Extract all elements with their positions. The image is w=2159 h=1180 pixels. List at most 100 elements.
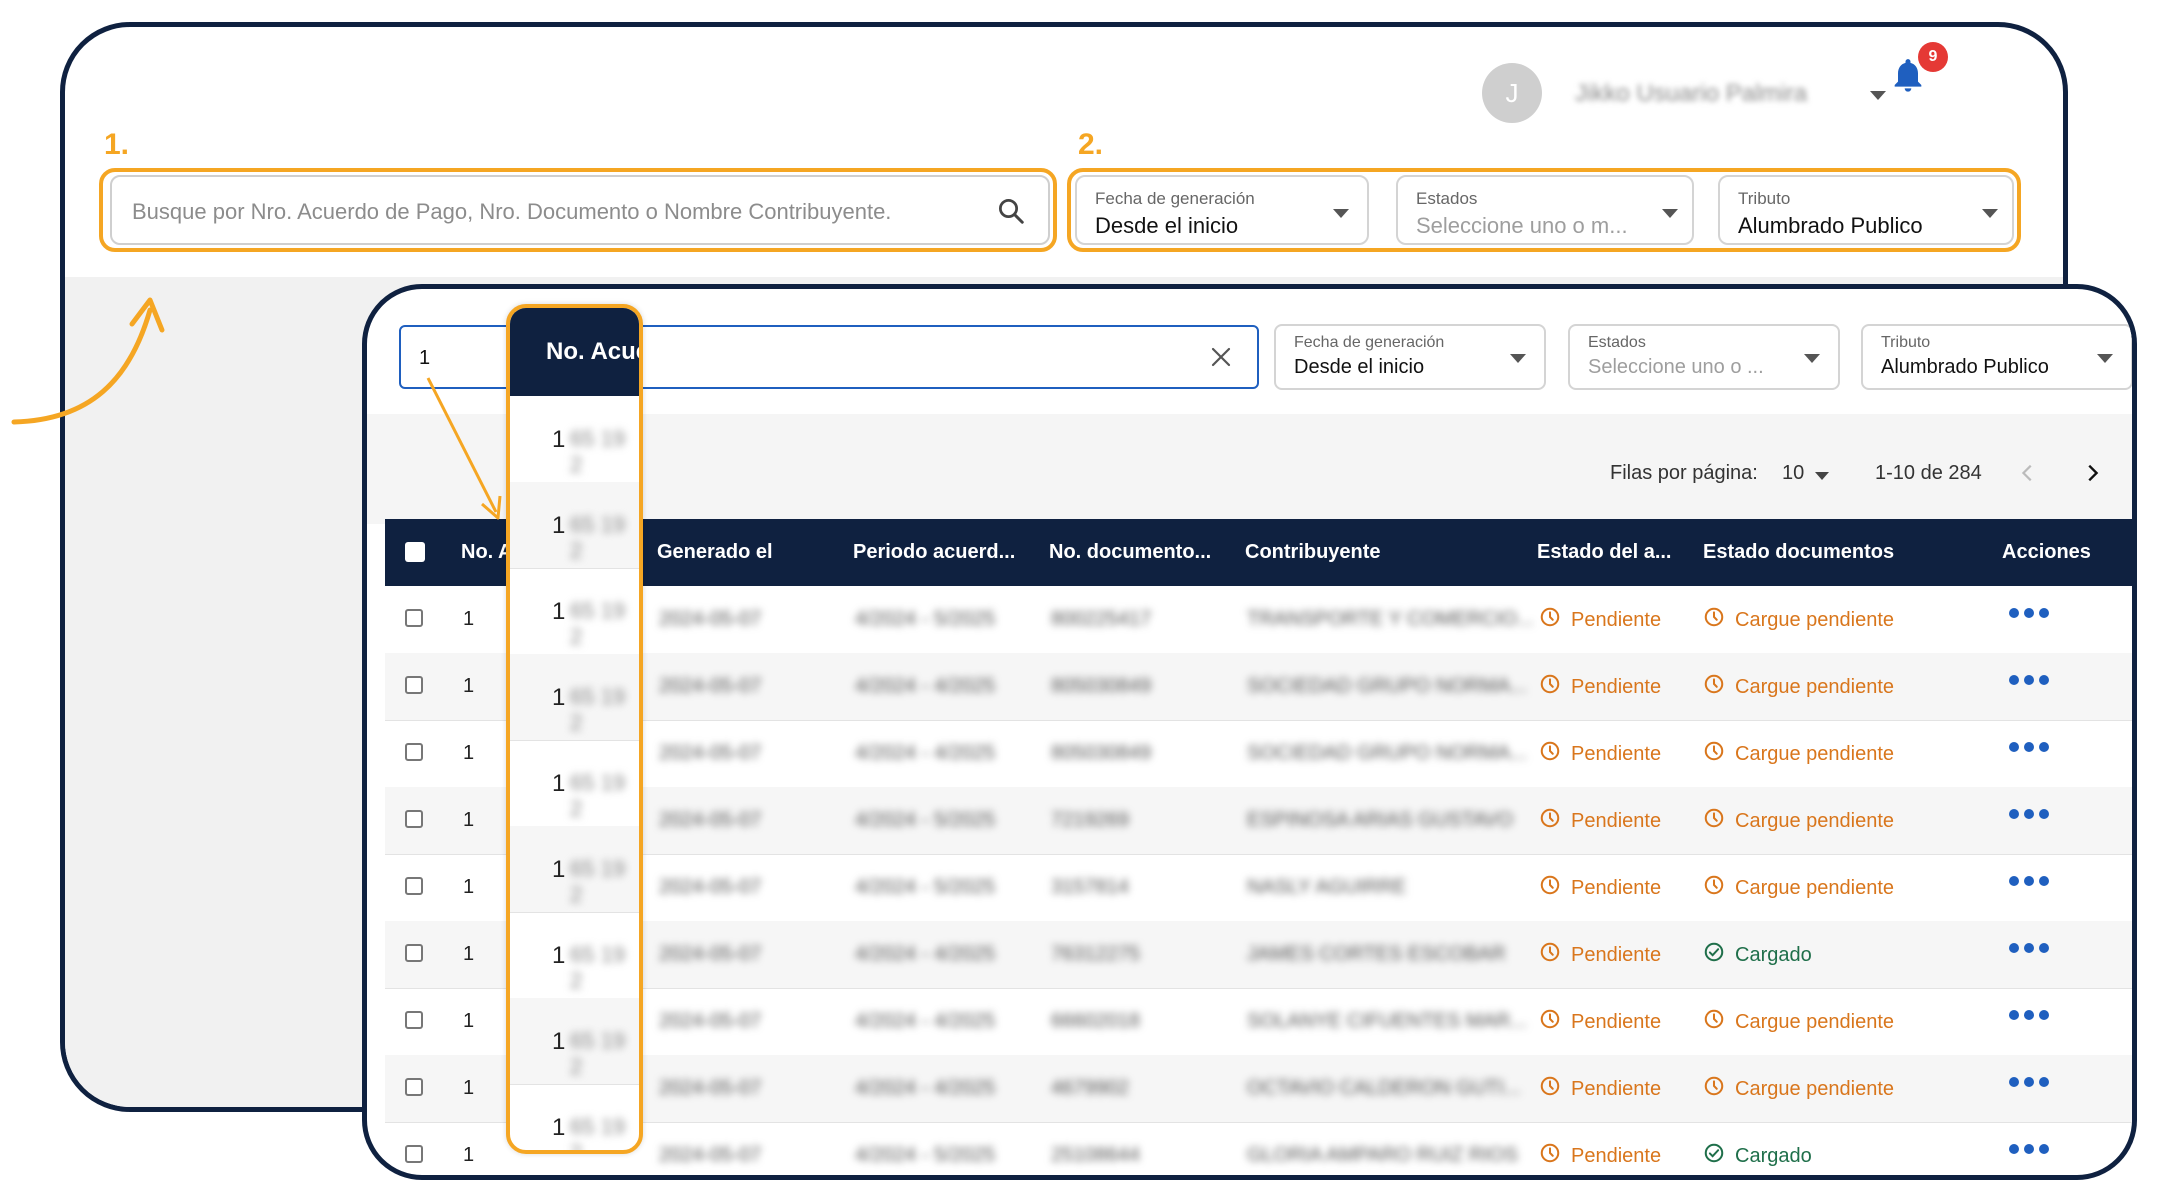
row-no-acuerdo: 1: [463, 675, 475, 697]
row-no-acuerdo: 1: [463, 876, 475, 898]
row-estado-acuerdo-label: Pendiente: [1571, 1010, 1662, 1033]
highlighted-cell-value: 1: [552, 426, 566, 453]
row-periodo: 4/2024 - 5/2025: [855, 608, 996, 630]
row-checkbox[interactable]: [405, 944, 423, 962]
row-checkbox[interactable]: [405, 1011, 423, 1029]
highlighted-cell-blurred: 65 19 2: [570, 684, 626, 735]
prev-page-icon[interactable]: [2017, 462, 2039, 484]
filter-tributo-small[interactable]: Tributo Alumbrado Publico: [1861, 324, 2132, 390]
user-menu-chevron-icon[interactable]: [1870, 91, 1886, 100]
clock-icon: [1539, 1142, 1561, 1170]
table-row[interactable]: 1 2024-05-07 4/2024 - 5/2025 25108644 GLORIA…: [385, 1122, 2132, 1175]
filter-estados[interactable]: Estados Seleccione uno o m...: [1396, 175, 1694, 245]
clock-icon: [1539, 1008, 1561, 1036]
row-estado-documentos: Cargado: [1703, 1142, 1812, 1170]
filter-fecha-label: Fecha de generación: [1294, 334, 1445, 351]
more-actions-icon[interactable]: [2009, 943, 2049, 953]
row-checkbox[interactable]: [405, 1078, 423, 1096]
highlighted-column-header: No. Acue: [510, 308, 639, 396]
more-actions-icon[interactable]: [2009, 1144, 2049, 1154]
filter-fecha-small[interactable]: Fecha de generación Desde el inicio: [1274, 324, 1546, 390]
row-documento: 805030849: [1051, 675, 1152, 697]
col-documento[interactable]: No. documento...: [1049, 541, 1211, 564]
clock-icon: [1703, 673, 1725, 701]
highlighted-cell: 1 65 19 2: [510, 396, 639, 483]
row-contribuyente: NASLY AGUIRRE: [1247, 876, 1407, 898]
step-2-label: 2.: [1078, 128, 1104, 161]
table-row[interactable]: 1 2024-05-07 4/2024 - 4/2025 66602018 SOLANY…: [385, 988, 2132, 1056]
more-actions-icon[interactable]: [2009, 608, 2049, 618]
filter-estados-placeholder: Seleccione uno o ...: [1588, 356, 1764, 378]
more-actions-icon[interactable]: [2009, 675, 2049, 685]
filter-tributo-value: Alumbrado Publico: [1738, 213, 1923, 238]
more-actions-icon[interactable]: [2009, 809, 2049, 819]
highlighted-cell-blurred: 65 19 2: [570, 426, 626, 477]
more-actions-icon[interactable]: [2009, 1010, 2049, 1020]
check-circle-icon: [1703, 941, 1725, 969]
row-contribuyente: OCTAVIO CALDERON GUTI...: [1247, 1077, 1521, 1099]
row-estado-acuerdo-label: Pendiente: [1571, 876, 1662, 899]
highlighted-column: No. Acue 1 65 19 2 1 65 19 2 1 65 19 2 1 65 19 …: [506, 304, 643, 1154]
row-checkbox[interactable]: [405, 877, 423, 895]
highlighted-cell-blurred: 65 19 2: [570, 1028, 626, 1079]
highlighted-cell: 1 65 19 2: [510, 912, 639, 999]
row-checkbox[interactable]: [405, 1145, 423, 1163]
row-checkbox[interactable]: [405, 609, 423, 627]
col-estado-documentos[interactable]: Estado documentos: [1703, 541, 1894, 564]
row-checkbox[interactable]: [405, 676, 423, 694]
chevron-down-icon: [1804, 354, 1820, 363]
col-estado-acuerdo[interactable]: Estado del a...: [1537, 541, 1671, 564]
search-value: 1: [419, 347, 431, 369]
row-generado: 2024-05-07: [659, 675, 762, 697]
filter-fecha[interactable]: Fecha de generación Desde el inicio: [1075, 175, 1369, 245]
table-row[interactable]: 1 2024-05-07 4/2024 - 5/2025 7219269 ESPINOS…: [385, 787, 2132, 855]
row-documento: 805030849: [1051, 742, 1152, 764]
row-documento: 3157814: [1051, 876, 1129, 898]
row-documento: 7219269: [1051, 809, 1129, 831]
clock-icon: [1703, 740, 1725, 768]
more-actions-icon[interactable]: [2009, 876, 2049, 886]
col-periodo[interactable]: Periodo acuerd...: [853, 541, 1015, 564]
clock-icon: [1539, 606, 1561, 634]
more-actions-icon[interactable]: [2009, 1077, 2049, 1087]
table-row[interactable]: 1 2024-05-07 4/2024 - 4/2025 805030849 SOCIE…: [385, 653, 2132, 721]
col-contribuyente[interactable]: Contribuyente: [1245, 541, 1381, 564]
row-estado-acuerdo: Pendiente: [1539, 807, 1661, 835]
row-contribuyente: JAMES CORTES ESCOBAR: [1247, 943, 1506, 965]
filter-fecha-value: Desde el inicio: [1294, 356, 1425, 378]
row-checkbox[interactable]: [405, 743, 423, 761]
avatar[interactable]: J: [1482, 63, 1542, 123]
rows-per-page-select[interactable]: 10: [1782, 462, 1804, 485]
highlighted-cell: 1 65 19 2: [510, 654, 639, 741]
chevron-down-icon: [1510, 354, 1526, 363]
filter-estados-small[interactable]: Estados Seleccione uno o ...: [1568, 324, 1840, 390]
user-name[interactable]: Jikko Usuario Palmira: [1575, 80, 1807, 108]
notification-badge: 9: [1918, 42, 1948, 72]
table-row[interactable]: 1 2024-05-07 4/2024 - 4/2025 805030849 SOCIE…: [385, 720, 2132, 788]
table-row[interactable]: 1 2024-05-07 4/2024 - 5/2025 800225417 TRANS…: [385, 586, 2132, 654]
row-no-acuerdo: 1: [463, 943, 475, 965]
row-estado-documentos-label: Cargue pendiente: [1735, 608, 1895, 631]
search-icon[interactable]: [996, 196, 1026, 226]
row-no-acuerdo: 1: [463, 809, 475, 831]
chevron-down-icon[interactable]: [1815, 472, 1829, 480]
col-generado[interactable]: Generado el: [657, 541, 773, 564]
table-row[interactable]: 1 2024-05-07 4/2024 - 5/2025 3157814 NASLY A…: [385, 854, 2132, 922]
highlighted-cell: 1 65 19 2: [510, 1084, 639, 1150]
row-no-acuerdo: 1: [463, 608, 475, 630]
row-periodo: 4/2024 - 4/2025: [855, 943, 996, 965]
col-no-acuerdo[interactable]: No. A: [461, 541, 512, 564]
row-estado-documentos: Cargue pendiente: [1703, 1008, 1894, 1036]
row-checkbox[interactable]: [405, 810, 423, 828]
more-actions-icon[interactable]: [2009, 742, 2049, 752]
row-contribuyente: SOCIEDAD GRUPO NORMA...: [1247, 742, 1528, 764]
highlighted-cell-blurred: 65 19 2: [570, 942, 626, 993]
close-icon[interactable]: [1209, 345, 1233, 369]
table-row[interactable]: 1 2024-05-07 4/2024 - 4/2025 4679902 OCTAVIO…: [385, 1055, 2132, 1123]
next-page-icon[interactable]: [2081, 462, 2103, 484]
search-input[interactable]: Busque por Nro. Acuerdo de Pago, Nro. Do…: [110, 175, 1050, 245]
select-all-checkbox[interactable]: [405, 542, 425, 562]
highlighted-cell-value: 1: [552, 684, 566, 711]
filter-tributo[interactable]: Tributo Alumbrado Publico: [1718, 175, 2014, 245]
table-row[interactable]: 1 2024-05-07 4/2024 - 4/2025 76312275 JAMES …: [385, 921, 2132, 989]
